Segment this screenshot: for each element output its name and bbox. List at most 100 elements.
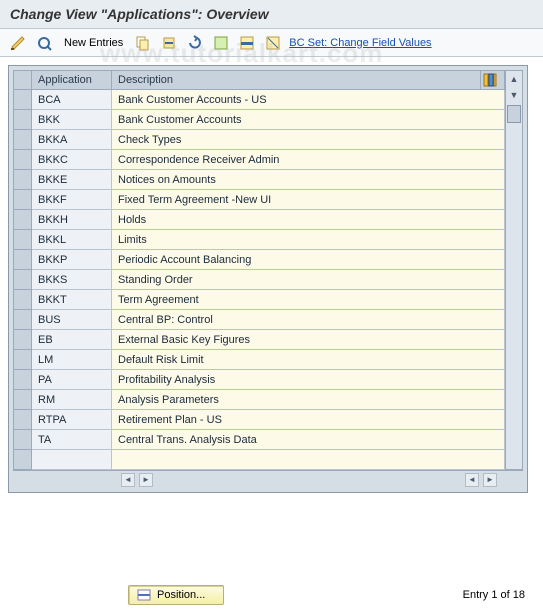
table-row[interactable]: BKKACheck Types bbox=[14, 130, 505, 150]
table-settings-icon[interactable] bbox=[483, 73, 502, 87]
row-selector[interactable] bbox=[14, 190, 32, 210]
table-row[interactable]: RTPARetirement Plan - US bbox=[14, 410, 505, 430]
table-row[interactable]: BKKENotices on Amounts bbox=[14, 170, 505, 190]
row-selector[interactable] bbox=[14, 230, 32, 250]
cell-application[interactable]: BKKH bbox=[32, 210, 112, 230]
cell-description[interactable]: Periodic Account Balancing bbox=[112, 250, 505, 270]
row-selector[interactable] bbox=[14, 370, 32, 390]
cell-application[interactable]: RM bbox=[32, 390, 112, 410]
row-selector[interactable] bbox=[14, 390, 32, 410]
cell-description[interactable]: Correspondence Receiver Admin bbox=[112, 150, 505, 170]
cell-application[interactable]: EB bbox=[32, 330, 112, 350]
cell-application[interactable]: BKKP bbox=[32, 250, 112, 270]
row-selector[interactable] bbox=[14, 210, 32, 230]
cell-application[interactable]: LM bbox=[32, 350, 112, 370]
cell-description[interactable]: Profitability Analysis bbox=[112, 370, 505, 390]
cell-application[interactable]: TA bbox=[32, 430, 112, 450]
row-selector[interactable] bbox=[14, 150, 32, 170]
delete-icon[interactable] bbox=[159, 33, 179, 53]
new-entries-button[interactable]: New Entries bbox=[60, 37, 127, 49]
cell-application[interactable]: RTPA bbox=[32, 410, 112, 430]
cell-description[interactable]: Standing Order bbox=[112, 270, 505, 290]
select-all-icon[interactable] bbox=[211, 33, 231, 53]
column-header-application[interactable]: Application bbox=[32, 71, 112, 90]
cell-description[interactable]: Notices on Amounts bbox=[112, 170, 505, 190]
cell-application[interactable]: BKK bbox=[32, 110, 112, 130]
scroll-right-end-icon[interactable]: ► bbox=[483, 473, 497, 487]
table-row[interactable]: BUSCentral BP: Control bbox=[14, 310, 505, 330]
cell-description[interactable]: Bank Customer Accounts - US bbox=[112, 90, 505, 110]
cell-description[interactable]: Default Risk Limit bbox=[112, 350, 505, 370]
row-selector[interactable] bbox=[14, 450, 32, 470]
row-selector[interactable] bbox=[14, 270, 32, 290]
cell-application[interactable]: BKKC bbox=[32, 150, 112, 170]
select-block-icon[interactable] bbox=[237, 33, 257, 53]
table-row[interactable]: BCABank Customer Accounts - US bbox=[14, 90, 505, 110]
bcset-link[interactable]: BC Set: Change Field Values bbox=[289, 37, 431, 49]
cell-description[interactable]: Holds bbox=[112, 210, 505, 230]
scroll-left-icon[interactable]: ◄ bbox=[121, 473, 135, 487]
table-row[interactable]: BKKBank Customer Accounts bbox=[14, 110, 505, 130]
row-selector[interactable] bbox=[14, 290, 32, 310]
table-row[interactable]: BKKHHolds bbox=[14, 210, 505, 230]
cell-description[interactable]: Term Agreement bbox=[112, 290, 505, 310]
row-selector[interactable] bbox=[14, 250, 32, 270]
column-config-button[interactable] bbox=[481, 71, 505, 90]
scroll-down-step-icon[interactable]: ▼ bbox=[506, 87, 522, 103]
copy-icon[interactable] bbox=[133, 33, 153, 53]
cell-application[interactable]: BCA bbox=[32, 90, 112, 110]
table-row[interactable]: EBExternal Basic Key Figures bbox=[14, 330, 505, 350]
cell-description[interactable]: External Basic Key Figures bbox=[112, 330, 505, 350]
cell-application[interactable]: BUS bbox=[32, 310, 112, 330]
cell-application[interactable]: PA bbox=[32, 370, 112, 390]
cell-description[interactable]: Check Types bbox=[112, 130, 505, 150]
scroll-up-icon[interactable]: ▲ bbox=[506, 71, 522, 87]
undo-change-icon[interactable] bbox=[185, 33, 205, 53]
table-row[interactable]: TACentral Trans. Analysis Data bbox=[14, 430, 505, 450]
cell-application[interactable]: BKKF bbox=[32, 190, 112, 210]
row-selector[interactable] bbox=[14, 330, 32, 350]
row-selector[interactable] bbox=[14, 410, 32, 430]
table-row[interactable]: BKKLLimits bbox=[14, 230, 505, 250]
cell-description[interactable]: Fixed Term Agreement -New UI bbox=[112, 190, 505, 210]
column-header-description[interactable]: Description bbox=[112, 71, 481, 90]
cell-description[interactable]: Limits bbox=[112, 230, 505, 250]
table-row[interactable]: BKKFFixed Term Agreement -New UI bbox=[14, 190, 505, 210]
cell-application[interactable]: BKKS bbox=[32, 270, 112, 290]
row-selector[interactable] bbox=[14, 350, 32, 370]
vertical-scrollbar[interactable]: ▲ ▼ bbox=[505, 70, 523, 470]
row-selector[interactable] bbox=[14, 110, 32, 130]
row-selector[interactable] bbox=[14, 310, 32, 330]
table-row[interactable]: BKKCCorrespondence Receiver Admin bbox=[14, 150, 505, 170]
deselect-all-icon[interactable] bbox=[263, 33, 283, 53]
table-row-empty[interactable] bbox=[14, 450, 505, 470]
cell-description[interactable]: Analysis Parameters bbox=[112, 390, 505, 410]
table-corner[interactable] bbox=[14, 71, 32, 90]
cell-description[interactable]: Bank Customer Accounts bbox=[112, 110, 505, 130]
row-selector[interactable] bbox=[14, 90, 32, 110]
cell-description[interactable]: Central Trans. Analysis Data bbox=[112, 430, 505, 450]
row-selector[interactable] bbox=[14, 130, 32, 150]
cell-description[interactable] bbox=[112, 450, 505, 470]
cell-application[interactable]: BKKE bbox=[32, 170, 112, 190]
cell-description[interactable]: Retirement Plan - US bbox=[112, 410, 505, 430]
table-row[interactable]: RMAnalysis Parameters bbox=[14, 390, 505, 410]
scroll-thumb[interactable] bbox=[507, 105, 521, 123]
row-selector[interactable] bbox=[14, 430, 32, 450]
position-button[interactable]: Position... bbox=[128, 585, 224, 605]
cell-application[interactable]: BKKL bbox=[32, 230, 112, 250]
table-row[interactable]: PAProfitability Analysis bbox=[14, 370, 505, 390]
other-view-icon[interactable] bbox=[34, 33, 54, 53]
cell-description[interactable]: Central BP: Control bbox=[112, 310, 505, 330]
table-row[interactable]: LMDefault Risk Limit bbox=[14, 350, 505, 370]
toggle-edit-icon[interactable] bbox=[8, 33, 28, 53]
cell-application[interactable]: BKKT bbox=[32, 290, 112, 310]
table-row[interactable]: BKKPPeriodic Account Balancing bbox=[14, 250, 505, 270]
table-row[interactable]: BKKTTerm Agreement bbox=[14, 290, 505, 310]
cell-application[interactable] bbox=[32, 450, 112, 470]
scroll-right-icon[interactable]: ► bbox=[139, 473, 153, 487]
table-row[interactable]: BKKSStanding Order bbox=[14, 270, 505, 290]
row-selector[interactable] bbox=[14, 170, 32, 190]
cell-application[interactable]: BKKA bbox=[32, 130, 112, 150]
scroll-left-end-icon[interactable]: ◄ bbox=[465, 473, 479, 487]
